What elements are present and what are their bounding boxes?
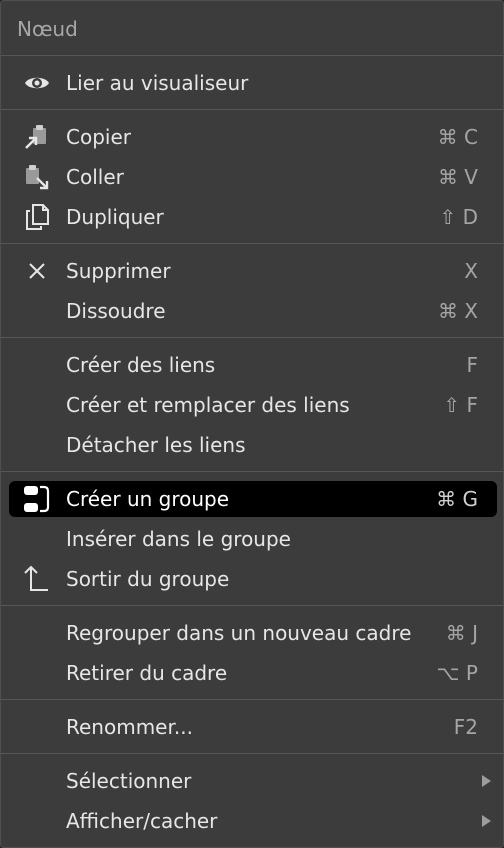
menu-title: Nœud [17,17,78,41]
menu-item-label: Dupliquer [66,205,164,229]
node-context-menu: Nœud Lier au visualiseur Copier ⌘ C Coll… [0,0,504,848]
ungroup-arrow-icon [17,563,57,595]
menu-separator [1,337,503,338]
make-group-icon [17,483,57,515]
menu-item-label: Insérer dans le groupe [66,527,291,551]
delete-x-icon [17,255,57,287]
menu-item-shortcut: F [466,353,478,377]
menu-item-label: Sélectionner [66,769,192,793]
menu-separator [1,243,503,244]
menu-item-shortcut: X [464,259,478,283]
menu-item-label: Supprimer [66,259,171,283]
menu-item-shortcut: ⌘ C [437,125,478,149]
menu-separator [1,699,503,700]
menu-item-label: Afficher/cacher [66,809,218,833]
menu-item-duplicate[interactable]: Dupliquer ⇧ D [9,199,497,235]
eye-icon [17,67,57,99]
menu-item-shortcut: ⌘ V [437,165,478,189]
menu-item-copy[interactable]: Copier ⌘ C [9,119,497,155]
menu-item-ungroup[interactable]: Sortir du groupe [9,561,497,597]
copy-icon [17,121,57,153]
menu-item-rename[interactable]: Renommer... F2 [9,709,497,745]
menu-item-label: Créer des liens [66,353,216,377]
menu-item-label: Renommer... [66,715,193,739]
menu-item-label: Détacher les liens [66,433,246,457]
menu-item-select-submenu[interactable]: Sélectionner [9,763,497,799]
menu-item-delete[interactable]: Supprimer X [9,253,497,289]
paste-icon [17,161,57,193]
menu-item-dissolve[interactable]: Dissoudre ⌘ X [9,293,497,329]
menu-item-label: Copier [66,125,131,149]
menu-item-shortcut: ⌘ X [437,299,478,323]
menu-separator [1,55,503,56]
menu-item-paste[interactable]: Coller ⌘ V [9,159,497,195]
menu-item-make-group[interactable]: Créer un groupe ⌘ G [9,481,497,517]
menu-item-shortcut: ⇧ F [443,393,478,417]
menu-item-make-links[interactable]: Créer des liens F [9,347,497,383]
menu-item-remove-from-frame[interactable]: Retirer du cadre ⌥ P [9,655,497,691]
duplicate-icon [17,201,57,233]
menu-item-join-in-new-frame[interactable]: Regrouper dans un nouveau cadre ⌘ J [9,615,497,651]
menu-item-label: Sortir du groupe [66,567,230,591]
menu-item-shortcut: ⇧ D [439,205,478,229]
menu-item-make-replace-links[interactable]: Créer et remplacer des liens ⇧ F [9,387,497,423]
menu-item-label: Coller [66,165,124,189]
menu-separator [1,605,503,606]
menu-item-detach-links[interactable]: Détacher les liens [9,427,497,463]
menu-item-shortcut: ⌘ G [436,487,478,511]
menu-separator [1,753,503,754]
menu-separator [1,109,503,110]
menu-item-label: Retirer du cadre [66,661,228,685]
menu-item-show-hide-submenu[interactable]: Afficher/cacher [9,803,497,839]
menu-item-link-to-viewer[interactable]: Lier au visualiseur [9,65,497,101]
submenu-arrow-icon [482,815,491,827]
menu-item-shortcut: F2 [453,715,478,739]
menu-item-label: Créer et remplacer des liens [66,393,350,417]
submenu-arrow-icon [482,775,491,787]
menu-item-insert-into-group[interactable]: Insérer dans le groupe [9,521,497,557]
menu-item-label: Créer un groupe [66,487,230,511]
menu-separator [1,471,503,472]
menu-item-label: Dissoudre [66,299,166,323]
menu-item-shortcut: ⌥ P [436,661,478,685]
menu-item-label: Regrouper dans un nouveau cadre [66,621,412,645]
menu-item-label: Lier au visualiseur [66,71,249,95]
menu-item-shortcut: ⌘ J [445,621,478,645]
